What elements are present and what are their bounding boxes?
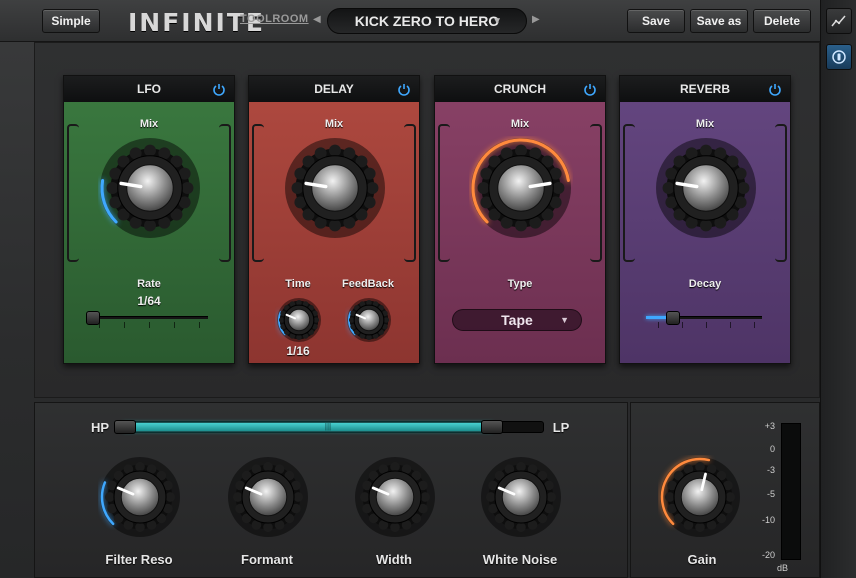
preset-selector[interactable]: KICK ZERO TO HERO ▼: [327, 8, 527, 34]
mix-label: Mix: [324, 118, 344, 130]
db-tick: +3: [764, 421, 775, 431]
reverb-module: REVERB Mix Decay: [619, 75, 791, 364]
db-unit-label: dB: [777, 563, 789, 573]
mix-knob[interactable]: [283, 136, 387, 240]
type-label: Type: [507, 278, 533, 290]
module-title: LFO: [137, 82, 161, 96]
filter-reso-knob[interactable]: [98, 455, 182, 539]
chevron-down-icon: ▼: [492, 16, 502, 27]
rate-slider-track[interactable]: [86, 316, 208, 319]
mix-label: Mix: [695, 118, 715, 130]
bracket-right: [775, 124, 787, 262]
time-knob[interactable]: [275, 296, 323, 344]
feedback-label: FeedBack: [342, 278, 394, 290]
range-center-grip: |||: [324, 422, 332, 431]
bracket-left: [252, 124, 264, 262]
bracket-right: [219, 124, 231, 262]
module-title: REVERB: [679, 82, 730, 96]
circle-badge-icon[interactable]: [826, 44, 852, 70]
width-label: Width: [376, 552, 412, 567]
output-meter: [781, 423, 801, 560]
mix-knob[interactable]: [98, 136, 202, 240]
lfo-module: LFO Mix Rate 1/64: [63, 75, 235, 364]
module-header: LFO: [64, 76, 234, 102]
module-header: DELAY: [249, 76, 419, 102]
decay-slider-thumb[interactable]: [666, 311, 680, 325]
lp-handle[interactable]: [481, 420, 503, 434]
delay-module: DELAY Mix Time FeedBack 1/16: [248, 75, 420, 364]
width-knob[interactable]: [353, 455, 437, 539]
rate-label: Rate: [137, 278, 161, 290]
power-icon[interactable]: [768, 82, 782, 96]
module-header: CRUNCH: [435, 76, 605, 102]
type-dropdown[interactable]: Tape ▼: [452, 309, 582, 331]
module-header: REVERB: [620, 76, 790, 102]
db-tick: -3: [766, 465, 775, 475]
gain-knob[interactable]: [658, 455, 742, 539]
decay-label: Decay: [688, 278, 722, 290]
filter-reso-label: Filter Reso: [105, 552, 173, 567]
type-value: Tape: [501, 312, 533, 328]
mix-knob[interactable]: [654, 136, 758, 240]
line-graph-icon[interactable]: [826, 8, 852, 34]
plugin-window: Simple INFINITE TOOLROOM ◀ KICK ZERO TO …: [0, 0, 856, 578]
feedback-knob[interactable]: [345, 296, 393, 344]
simple-button[interactable]: Simple: [42, 9, 100, 33]
mix-label: Mix: [139, 118, 159, 130]
preset-name: KICK ZERO TO HERO: [354, 13, 500, 29]
save-as-button[interactable]: Save as: [690, 9, 748, 33]
brand-link[interactable]: TOOLROOM: [240, 13, 309, 25]
db-tick: 0: [769, 444, 775, 454]
bracket-left: [623, 124, 635, 262]
db-tick: -5: [766, 489, 775, 499]
formant-label: Formant: [241, 552, 293, 567]
gain-label: Gain: [687, 552, 717, 567]
hp-handle[interactable]: [114, 420, 136, 434]
formant-knob[interactable]: [226, 455, 310, 539]
mix-knob[interactable]: [469, 136, 573, 240]
bracket-right: [404, 124, 416, 262]
bracket-left: [438, 124, 450, 262]
lp-label: LP: [552, 420, 570, 435]
time-value: 1/16: [286, 344, 310, 358]
bracket-left: [67, 124, 79, 262]
module-title: CRUNCH: [494, 82, 546, 96]
side-rail: [820, 0, 856, 578]
save-button[interactable]: Save: [627, 9, 685, 33]
next-preset-icon[interactable]: ▶: [532, 14, 540, 25]
module-title: DELAY: [314, 82, 354, 96]
power-icon[interactable]: [397, 82, 411, 96]
prev-preset-icon[interactable]: ◀: [313, 14, 321, 25]
bracket-right: [590, 124, 602, 262]
delete-button[interactable]: Delete: [753, 9, 811, 33]
white-noise-knob[interactable]: [479, 455, 563, 539]
mix-label: Mix: [510, 118, 530, 130]
white-noise-label: White Noise: [482, 552, 558, 567]
power-icon[interactable]: [583, 82, 597, 96]
power-icon[interactable]: [212, 82, 226, 96]
db-tick: -10: [761, 515, 775, 525]
crunch-module: CRUNCH Mix Type Tape ▼: [434, 75, 606, 364]
rate-value: 1/64: [137, 294, 161, 308]
rate-slider-thumb[interactable]: [86, 311, 100, 325]
hp-lp-range-fill: [124, 423, 492, 431]
chevron-down-icon: ▼: [560, 315, 569, 325]
top-bar: Simple INFINITE TOOLROOM ◀ KICK ZERO TO …: [0, 0, 820, 42]
